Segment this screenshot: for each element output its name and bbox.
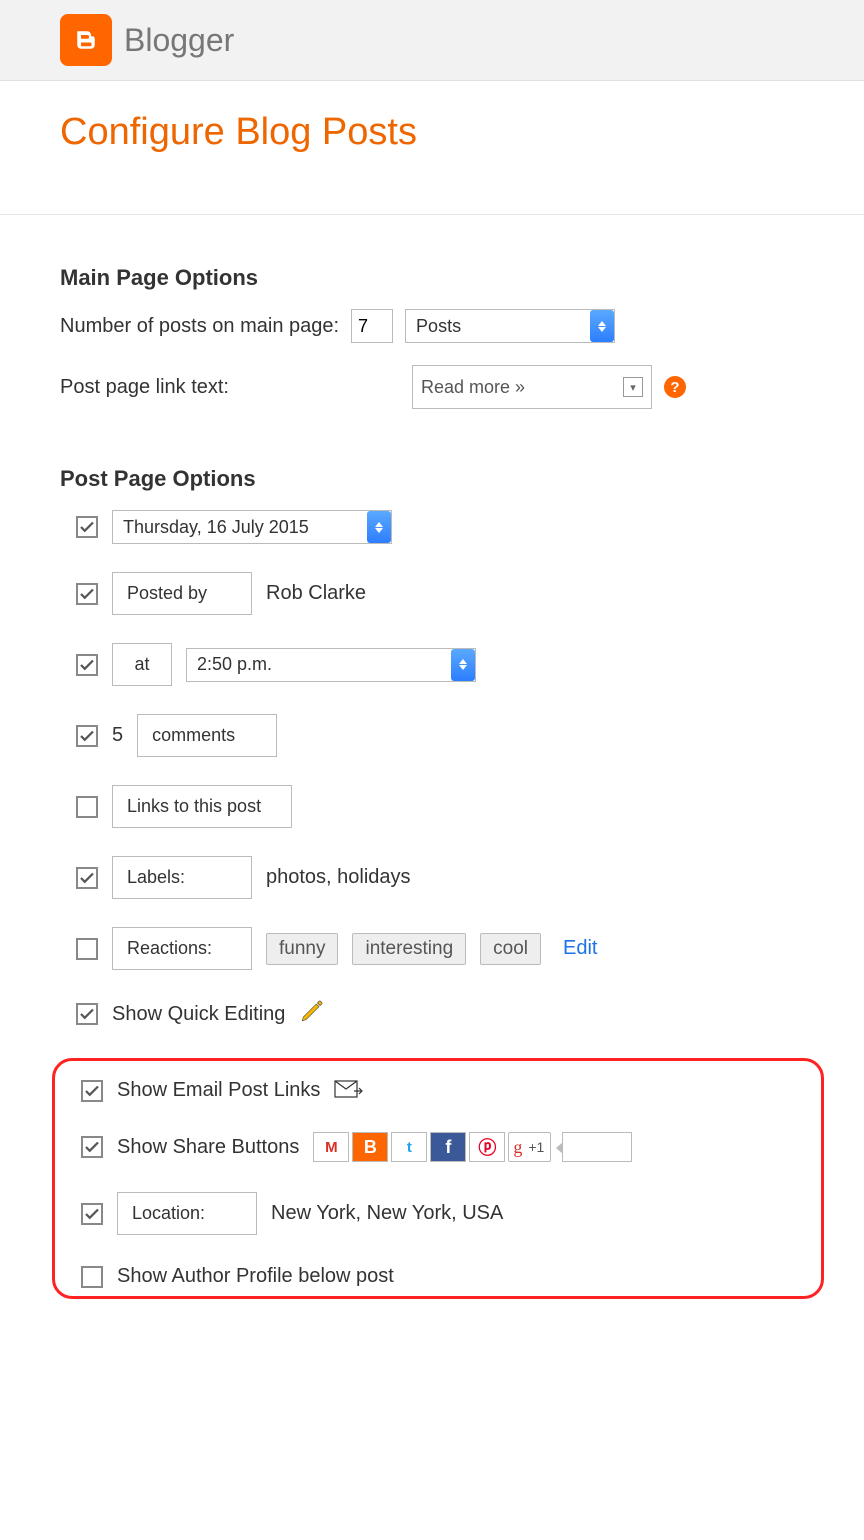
author-profile-label: Show Author Profile below post: [117, 1265, 394, 1288]
location-value: New York, New York, USA: [271, 1202, 503, 1225]
labels-checkbox[interactable]: [76, 867, 98, 889]
comments-checkbox[interactable]: [76, 725, 98, 747]
reactions-checkbox[interactable]: [76, 938, 98, 960]
reactions-row: Reactions: funny interesting cool Edit: [60, 927, 804, 970]
time-row: at 2:50 p.m.: [60, 643, 804, 686]
posted-by-author: Rob Clarke: [266, 582, 366, 605]
quick-edit-checkbox[interactable]: [76, 1003, 98, 1025]
links-checkbox[interactable]: [76, 796, 98, 818]
google-plus-icon[interactable]: g+1: [508, 1132, 551, 1162]
quick-edit-row: Show Quick Editing: [60, 998, 804, 1030]
main-content: Configure Blog Posts: [0, 81, 864, 214]
author-profile-row: Show Author Profile below post: [65, 1265, 811, 1288]
pinterest-icon[interactable]: ⓟ: [469, 1132, 505, 1162]
email-icon: [334, 1080, 364, 1102]
share-icons-group: M B t f ⓟ g+1: [313, 1132, 632, 1162]
time-label-input[interactable]: at: [112, 643, 172, 686]
brand-text: Blogger: [124, 22, 234, 59]
num-posts-row: Number of posts on main page: Posts: [60, 309, 804, 343]
labels-row: Labels: photos, holidays: [60, 856, 804, 899]
email-links-label: Show Email Post Links: [117, 1079, 320, 1102]
divider: [0, 214, 864, 215]
chevron-updown-icon: [367, 511, 391, 543]
jump-break-icon: ▾: [623, 377, 643, 397]
reaction-interesting-button[interactable]: interesting: [352, 933, 466, 965]
location-row: Location: New York, New York, USA: [65, 1192, 811, 1235]
location-checkbox[interactable]: [81, 1203, 103, 1225]
form-area: Main Page Options Number of posts on mai…: [0, 265, 864, 1329]
links-row: Links to this post: [60, 785, 804, 828]
section-post-page-options: Post Page Options: [60, 466, 804, 492]
time-checkbox[interactable]: [76, 654, 98, 676]
author-profile-checkbox[interactable]: [81, 1266, 103, 1288]
location-label-input[interactable]: Location:: [117, 1192, 257, 1235]
chevron-updown-icon: [590, 310, 614, 342]
date-checkbox[interactable]: [76, 516, 98, 538]
num-posts-input[interactable]: [351, 309, 393, 343]
num-posts-label: Number of posts on main page:: [60, 315, 339, 338]
pencil-icon: [299, 998, 325, 1030]
app-header: Blogger: [0, 0, 864, 81]
share-count-box: [562, 1132, 632, 1162]
gmail-icon[interactable]: M: [313, 1132, 349, 1162]
date-option-row: Thursday, 16 July 2015: [60, 510, 804, 544]
link-text-row: Post page link text: Read more » ▾ ?: [60, 365, 804, 409]
reaction-funny-button[interactable]: funny: [266, 933, 338, 965]
comments-row: 5 comments: [60, 714, 804, 757]
blogger-logo-icon: [60, 14, 112, 66]
posted-by-checkbox[interactable]: [76, 583, 98, 605]
email-links-checkbox[interactable]: [81, 1080, 103, 1102]
link-text-label: Post page link text:: [60, 376, 400, 399]
page-title: Configure Blog Posts: [60, 111, 804, 154]
comments-count: 5: [112, 724, 123, 747]
posted-by-row: Posted by Rob Clarke: [60, 572, 804, 615]
comments-label-input[interactable]: comments: [137, 714, 277, 757]
date-format-select[interactable]: Thursday, 16 July 2015: [112, 510, 392, 544]
twitter-icon[interactable]: t: [391, 1132, 427, 1162]
quick-edit-label: Show Quick Editing: [112, 1003, 285, 1026]
share-checkbox[interactable]: [81, 1136, 103, 1158]
logo[interactable]: Blogger: [60, 14, 804, 66]
select-text: Posts: [406, 312, 590, 341]
links-label-input[interactable]: Links to this post: [112, 785, 292, 828]
posted-by-input[interactable]: Posted by: [112, 572, 252, 615]
email-links-row: Show Email Post Links: [65, 1079, 811, 1102]
labels-value: photos, holidays: [266, 866, 411, 889]
facebook-icon[interactable]: f: [430, 1132, 466, 1162]
reaction-cool-button[interactable]: cool: [480, 933, 541, 965]
time-value: 2:50 p.m.: [187, 650, 451, 679]
date-value: Thursday, 16 July 2015: [113, 513, 367, 542]
highlighted-section: Show Email Post Links Show Share Buttons…: [52, 1058, 824, 1299]
share-label: Show Share Buttons: [117, 1136, 299, 1159]
posts-unit-select[interactable]: Posts: [405, 309, 615, 343]
reactions-label-input[interactable]: Reactions:: [112, 927, 252, 970]
link-text-input[interactable]: Read more » ▾: [412, 365, 652, 409]
edit-reactions-link[interactable]: Edit: [563, 937, 597, 960]
share-row: Show Share Buttons M B t f ⓟ g+1: [65, 1132, 811, 1162]
blogger-share-icon[interactable]: B: [352, 1132, 388, 1162]
link-text-value: Read more »: [421, 377, 623, 398]
help-icon[interactable]: ?: [664, 376, 686, 398]
chevron-updown-icon: [451, 649, 475, 681]
time-format-select[interactable]: 2:50 p.m.: [186, 648, 476, 682]
labels-label-input[interactable]: Labels:: [112, 856, 252, 899]
section-main-page-options: Main Page Options: [60, 265, 804, 291]
